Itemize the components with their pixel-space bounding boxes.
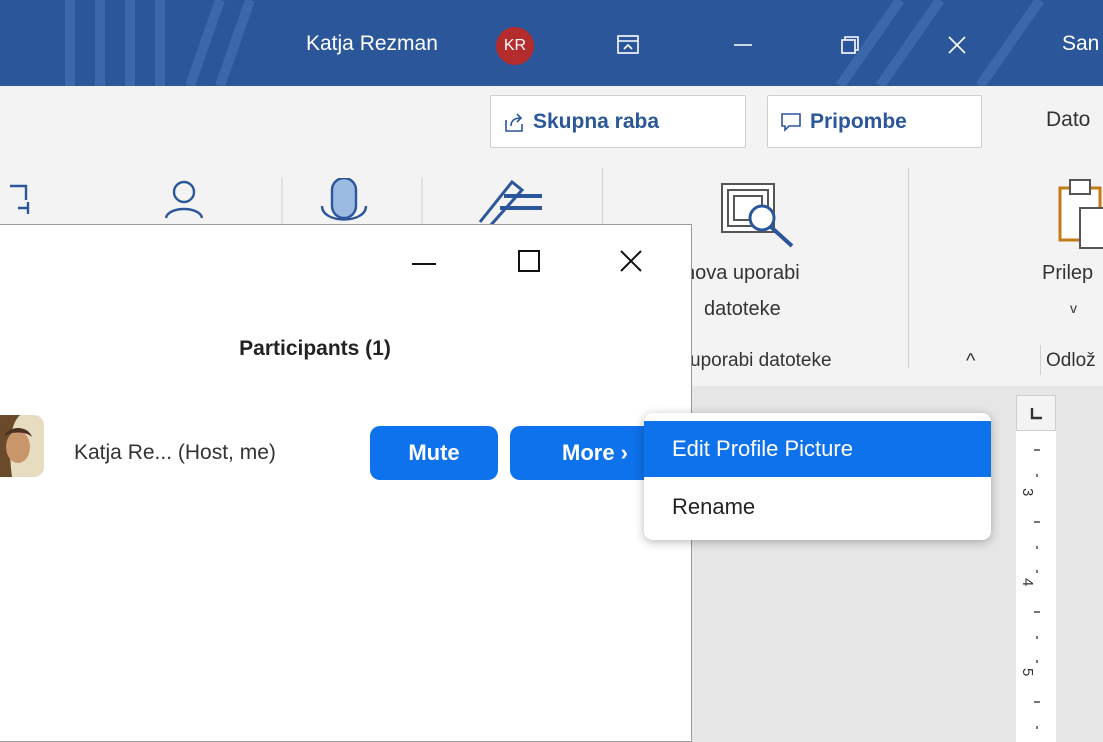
ruler-number: 4 xyxy=(1019,578,1036,587)
ribbon-display-options-button[interactable] xyxy=(603,22,653,68)
ruler-ticks xyxy=(1034,449,1040,729)
paste-label[interactable]: Prilep xyxy=(1042,262,1093,285)
participants-minimize-button[interactable] xyxy=(401,241,447,281)
restore-icon xyxy=(841,36,859,54)
share-icon xyxy=(505,112,523,132)
participant-avatar xyxy=(0,415,44,477)
people-icon xyxy=(164,180,204,219)
left-tab-icon xyxy=(1030,408,1042,420)
mute-label: Mute xyxy=(408,440,460,465)
account-avatar[interactable]: KR xyxy=(496,27,534,65)
ribbon-display-icon xyxy=(617,35,639,54)
avatar-initials: KR xyxy=(503,37,527,54)
share-label: Skupna raba xyxy=(533,109,660,133)
microphone-icon xyxy=(320,178,368,221)
minimize-icon xyxy=(412,263,436,265)
title-bar-cut-text: San xyxy=(1062,32,1100,55)
comments-button[interactable]: Pripombe xyxy=(767,95,982,148)
comments-label: Pripombe xyxy=(810,109,907,133)
ruler-number: 3 xyxy=(1019,488,1036,497)
minimize-button[interactable] xyxy=(718,22,768,68)
profile-photo xyxy=(0,415,44,477)
minimize-icon xyxy=(734,44,752,46)
close-button[interactable] xyxy=(932,22,982,68)
word-title-bar: Katja Rezman KR San xyxy=(0,0,1103,86)
menu-item-label: Rename xyxy=(672,494,756,519)
designer-icon xyxy=(478,179,542,226)
participants-title: Participants (1) xyxy=(239,337,391,360)
menu-item-rename[interactable]: Rename xyxy=(644,479,991,535)
editor-icon xyxy=(10,184,30,214)
comment-icon xyxy=(781,112,801,132)
collapse-ribbon-chevron-icon[interactable]: ^ xyxy=(966,350,975,373)
participants-window: Participants (1) Katja Re... (Host, me) … xyxy=(0,224,692,742)
participants-maximize-button[interactable] xyxy=(506,241,552,281)
close-icon xyxy=(620,250,642,272)
reuse-files-icon xyxy=(721,183,794,248)
tab-selector-button[interactable] xyxy=(1016,395,1056,431)
restore-button[interactable] xyxy=(825,22,875,68)
mute-button[interactable]: Mute xyxy=(370,426,498,480)
ruler-number: 5 xyxy=(1019,668,1036,677)
account-name[interactable]: Katja Rezman xyxy=(306,32,438,56)
paste-icon xyxy=(1058,179,1103,249)
participant-name: Katja Re... (Host, me) xyxy=(74,441,276,464)
file-tab-cut-label[interactable]: Dato xyxy=(1046,108,1090,132)
participants-close-button[interactable] xyxy=(608,241,654,281)
clipboard-group-label: Odlož xyxy=(1046,350,1096,371)
more-label: More › xyxy=(562,440,628,465)
reuse-files-group-label: uporabi datoteke xyxy=(690,350,832,371)
maximize-icon xyxy=(518,250,540,272)
menu-item-label: Edit Profile Picture xyxy=(672,436,853,461)
participant-context-menu: Edit Profile Picture Rename xyxy=(644,413,991,540)
share-button[interactable]: Skupna raba xyxy=(490,95,746,148)
reuse-files-label-line2[interactable]: datoteke xyxy=(704,298,781,321)
close-icon xyxy=(948,36,966,54)
ribbon-separator xyxy=(1040,345,1041,375)
paste-dropdown-chevron-icon[interactable]: v xyxy=(1070,300,1077,316)
menu-item-edit-profile-picture[interactable]: Edit Profile Picture xyxy=(644,421,991,477)
reuse-files-label-line1[interactable]: nova uporabi xyxy=(684,262,800,285)
ribbon-partial-icons xyxy=(10,178,542,226)
ribbon-separator xyxy=(908,168,909,368)
